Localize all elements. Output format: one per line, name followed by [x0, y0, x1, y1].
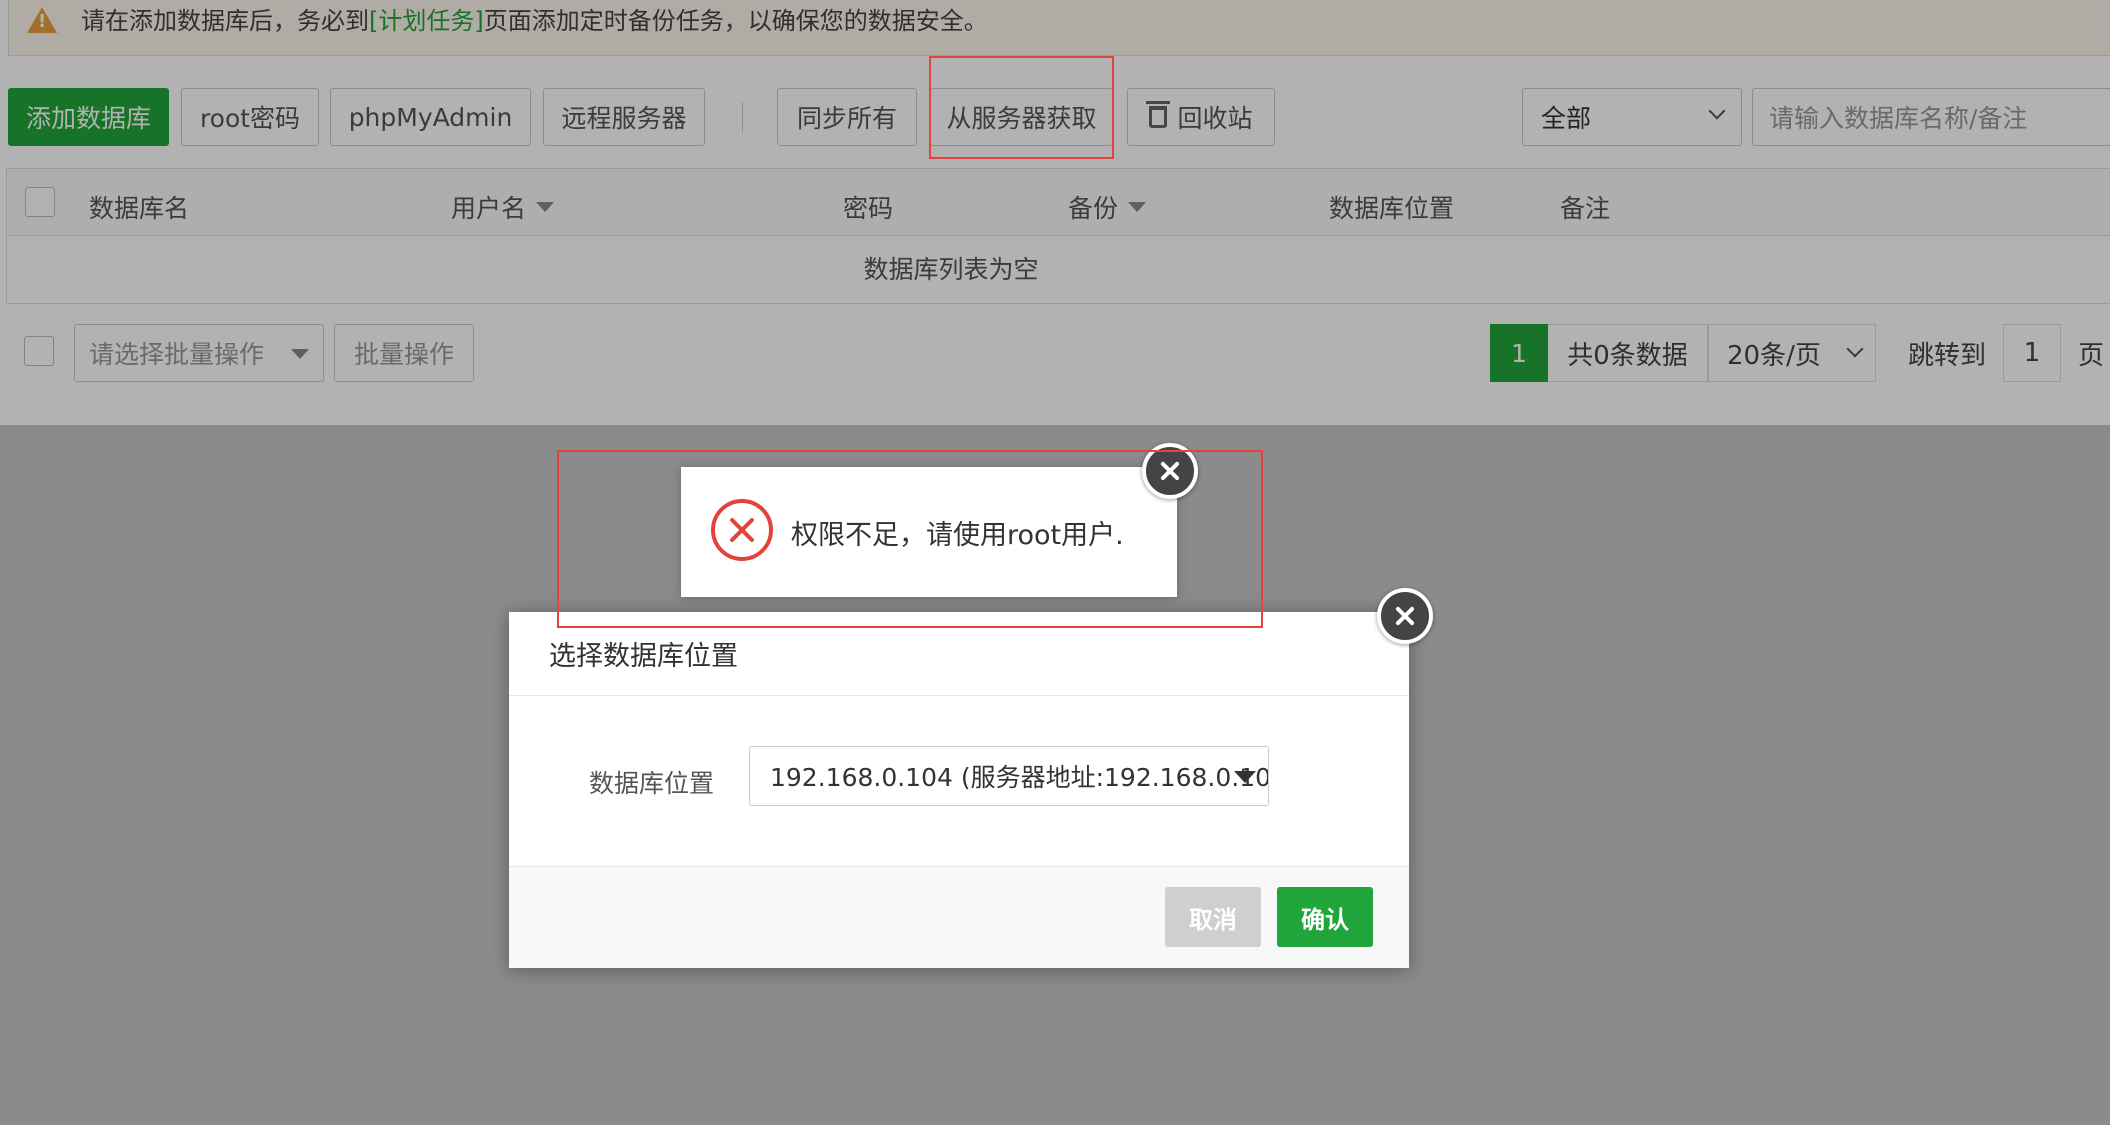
dialog-footer: 取消 确认	[509, 866, 1409, 968]
db-location-select[interactable]: 192.168.0.104 (服务器地址:192.168.0.10...	[749, 746, 1269, 806]
dropdown-arrow-icon	[1234, 771, 1256, 783]
select-db-location-dialog: 选择数据库位置 数据库位置 192.168.0.104 (服务器地址:192.1…	[509, 612, 1409, 968]
confirm-button[interactable]: 确认	[1277, 887, 1373, 947]
dialog-close-icon[interactable]	[1377, 588, 1433, 644]
db-location-value: 192.168.0.104 (服务器地址:192.168.0.10...	[770, 763, 1269, 792]
db-location-label: 数据库位置	[589, 769, 715, 798]
highlight-box-error-toast	[557, 450, 1263, 628]
cancel-button[interactable]: 取消	[1165, 887, 1261, 947]
highlight-box-fetch-button	[929, 56, 1114, 159]
